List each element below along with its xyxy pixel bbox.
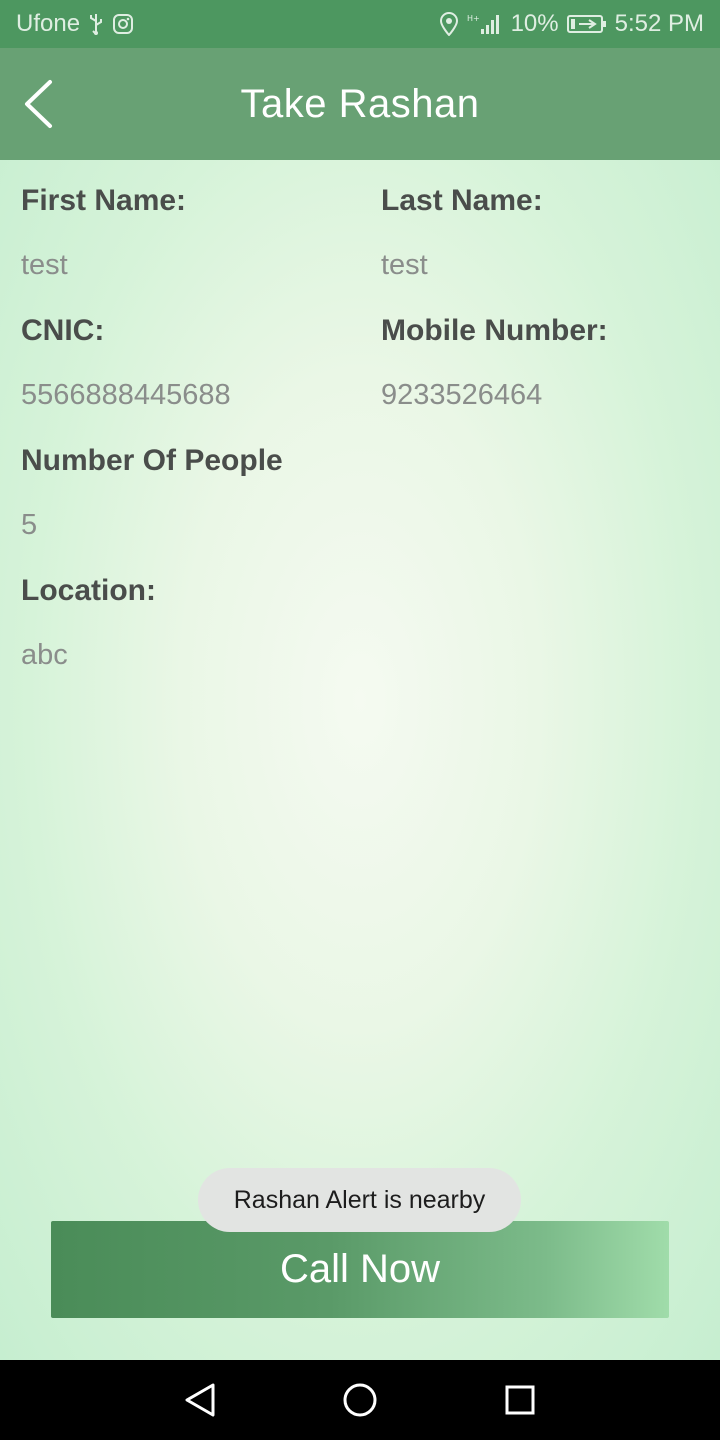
mobile-label: Mobile Number: bbox=[381, 314, 608, 347]
signal-icon: H+ bbox=[467, 12, 503, 36]
details-panel: First Name: test Last Name: test CNIC: 5… bbox=[0, 160, 720, 1360]
back-button[interactable] bbox=[18, 78, 58, 130]
nav-home-button[interactable] bbox=[336, 1376, 384, 1424]
system-nav-bar bbox=[0, 1360, 720, 1440]
instagram-icon bbox=[112, 13, 134, 35]
toast-message: Rashan Alert is nearby bbox=[198, 1168, 521, 1232]
last-name-field: Last Name: test bbox=[381, 184, 543, 281]
usb-icon bbox=[88, 13, 104, 35]
app-bar: Take Rashan bbox=[0, 48, 720, 160]
status-right: H+ 10% 5:52 PM bbox=[439, 10, 704, 38]
battery-charging-icon bbox=[566, 13, 607, 35]
triangle-back-icon bbox=[185, 1383, 215, 1417]
location-value: abc bbox=[21, 639, 68, 671]
people-field: Number Of People 5 bbox=[21, 444, 283, 541]
battery-percent: 10% bbox=[510, 10, 559, 37]
cnic-field: CNIC: 5566888445688 bbox=[21, 314, 231, 411]
cnic-label: CNIC: bbox=[21, 314, 105, 347]
carrier-label: Ufone bbox=[16, 10, 81, 37]
location-pin-icon bbox=[439, 12, 459, 36]
page-title: Take Rashan bbox=[240, 81, 480, 126]
location-field: Location: abc bbox=[21, 574, 156, 671]
last-name-value: test bbox=[381, 249, 428, 281]
clock: 5:52 PM bbox=[614, 10, 704, 37]
mobile-value: 9233526464 bbox=[381, 379, 543, 411]
svg-text:H+: H+ bbox=[467, 14, 480, 23]
mobile-field: Mobile Number: 9233526464 bbox=[381, 314, 608, 411]
back-arrow-icon bbox=[25, 80, 52, 128]
first-name-value: test bbox=[21, 249, 68, 281]
square-recents-icon bbox=[505, 1385, 535, 1415]
nav-recents-button[interactable] bbox=[496, 1376, 544, 1424]
status-bar: Ufone H+ 10% 5:52 PM bbox=[0, 0, 720, 48]
location-label: Location: bbox=[21, 574, 156, 607]
people-label: Number Of People bbox=[21, 444, 283, 477]
status-left: Ufone bbox=[16, 10, 134, 38]
nav-back-button[interactable] bbox=[176, 1376, 224, 1424]
last-name-label: Last Name: bbox=[381, 184, 543, 217]
first-name-label: First Name: bbox=[21, 184, 187, 217]
people-value: 5 bbox=[21, 509, 38, 541]
first-name-field: First Name: test bbox=[21, 184, 187, 281]
call-now-button[interactable]: Call Now bbox=[51, 1221, 669, 1318]
cnic-value: 5566888445688 bbox=[21, 379, 231, 411]
circle-home-icon bbox=[343, 1383, 377, 1417]
